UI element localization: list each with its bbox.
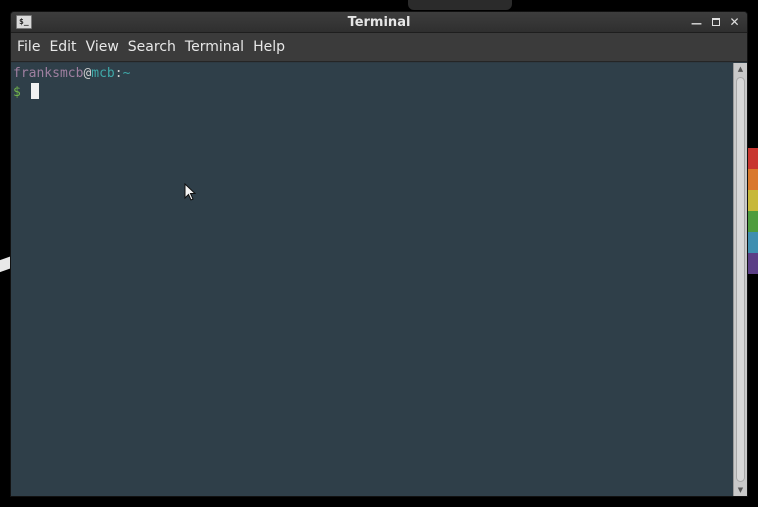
terminal-app-icon[interactable]: $_ (16, 15, 32, 29)
prompt-line: franksmcb@mcb:~ (13, 65, 731, 83)
maximize-icon[interactable] (709, 16, 722, 29)
prompt-colon: : (114, 66, 123, 81)
window-controls: — ✕ (690, 12, 741, 33)
menu-bar: File Edit View Search Terminal Help (11, 33, 747, 62)
terminal-window: $_ Terminal — ✕ File Edit View Search Te… (10, 11, 748, 497)
minimize-icon[interactable]: — (690, 16, 703, 30)
menu-terminal[interactable]: Terminal (181, 33, 248, 62)
scroll-down-icon[interactable]: ▼ (734, 484, 747, 496)
prompt-user: franksmcb (13, 66, 84, 81)
prompt-path: ~ (122, 66, 131, 81)
prompt-host: mcb (91, 66, 115, 81)
title-bar[interactable]: $_ Terminal — ✕ (11, 12, 747, 33)
scroll-up-icon[interactable]: ▲ (734, 63, 747, 75)
menu-edit[interactable]: Edit (45, 33, 80, 62)
menu-help[interactable]: Help (249, 33, 289, 62)
scroll-thumb[interactable] (736, 77, 745, 482)
terminal-output[interactable]: franksmcb@mcb:~ $ (11, 63, 733, 496)
close-icon[interactable]: ✕ (728, 16, 741, 29)
mouse-pointer-icon (184, 183, 196, 201)
wallpaper-prism (408, 0, 512, 10)
prompt-symbol: $ (13, 85, 21, 100)
vertical-scrollbar[interactable]: ▲ ▼ (733, 63, 747, 496)
menu-view[interactable]: View (82, 33, 123, 62)
menu-search[interactable]: Search (124, 33, 180, 62)
menu-file[interactable]: File (13, 33, 44, 62)
window-title: Terminal (347, 14, 411, 30)
text-cursor (30, 83, 39, 99)
input-line[interactable]: $ (13, 83, 731, 102)
